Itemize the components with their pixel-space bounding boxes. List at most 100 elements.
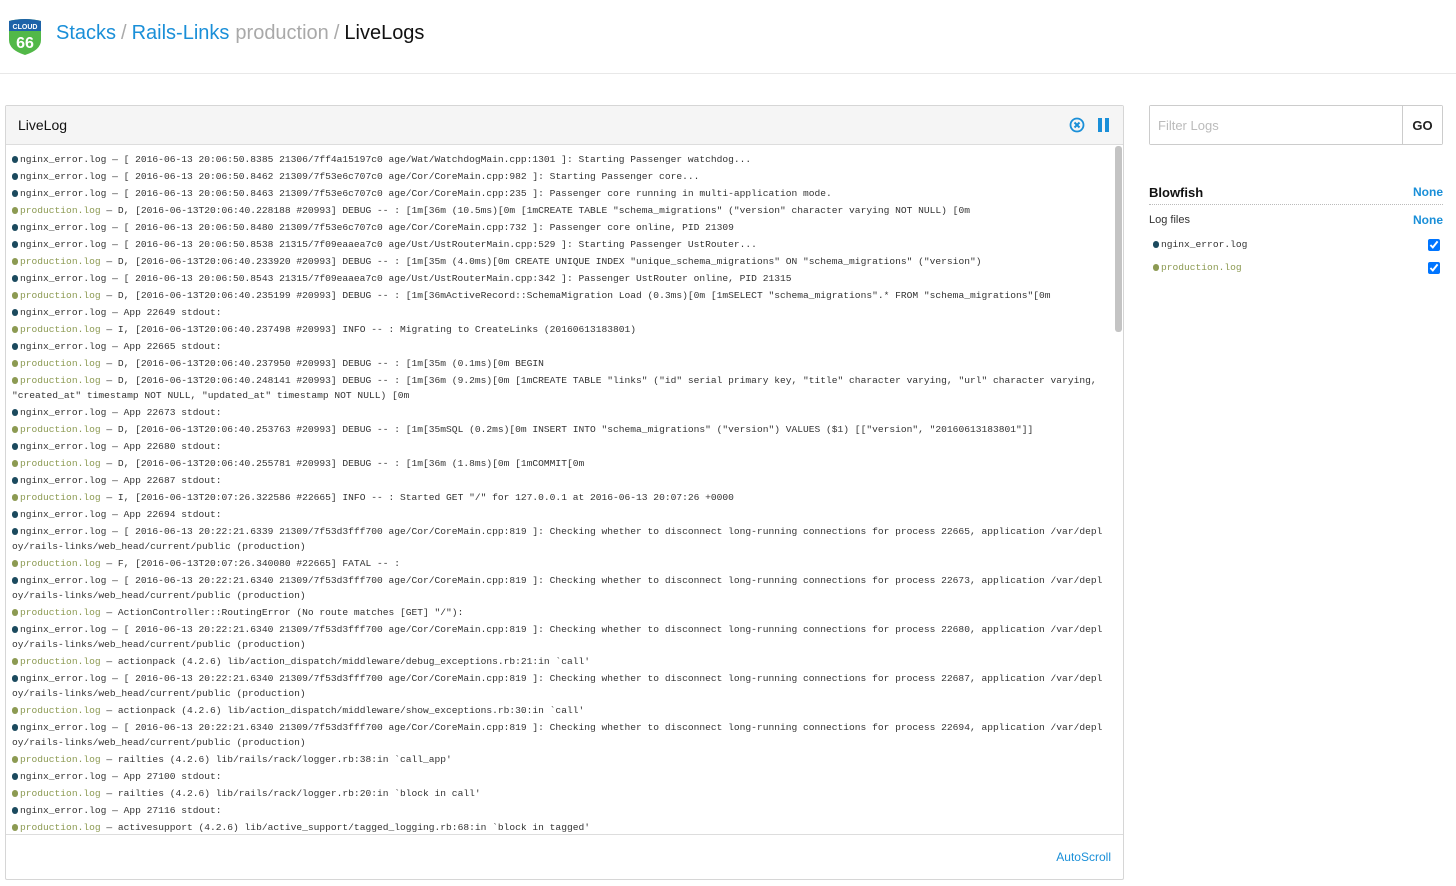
log-message: D, [2016-06-13T20:06:40.237950 #20993] D… xyxy=(117,358,544,369)
log-source-dot-icon xyxy=(12,724,18,731)
log-message: App 22680 stdout: xyxy=(123,441,222,452)
log-message: railties (4.2.6) lib/rails/rack/logger.r… xyxy=(117,788,481,799)
log-separator: — xyxy=(100,558,118,569)
log-line: nginx_error.log — App 22665 stdout: xyxy=(12,339,1103,354)
log-message: D, [2016-06-13T20:06:40.235199 #20993] D… xyxy=(117,290,1051,301)
log-line: nginx_error.log — App 22687 stdout: xyxy=(12,473,1103,488)
log-message: [ 2016-06-13 20:22:21.6340 21309/7f53d3f… xyxy=(12,722,1103,748)
log-source: production.log xyxy=(20,705,101,716)
log-message: [ 2016-06-13 20:06:50.8543 21315/7f09eaa… xyxy=(123,273,792,284)
log-source: production.log xyxy=(20,754,101,765)
log-source: production.log xyxy=(20,558,101,569)
log-message: D, [2016-06-13T20:06:40.253763 #20993] D… xyxy=(117,424,1034,435)
log-message: D, [2016-06-13T20:06:40.228188 #20993] D… xyxy=(117,205,970,216)
log-source-dot-icon xyxy=(12,528,18,535)
breadcrumb-stack[interactable]: Rails-Links xyxy=(132,22,230,44)
breadcrumb-separator: / xyxy=(121,22,127,44)
filter-form: GO xyxy=(1149,105,1443,145)
log-message: D, [2016-06-13T20:06:40.255781 #20993] D… xyxy=(117,458,585,469)
autoscroll-toggle[interactable]: AutoScroll xyxy=(1056,850,1111,864)
log-separator: — xyxy=(106,239,124,250)
log-source: nginx_error.log xyxy=(20,171,107,182)
log-source-dot-icon xyxy=(12,790,18,797)
breadcrumb-stacks[interactable]: Stacks xyxy=(56,22,116,44)
log-line: production.log — D, [2016-06-13T20:06:40… xyxy=(12,254,1103,269)
log-separator: — xyxy=(106,509,124,520)
log-message: [ 2016-06-13 20:22:21.6339 21309/7f53d3f… xyxy=(12,526,1103,552)
log-message: I, [2016-06-13T20:07:26.322586 #22665] I… xyxy=(117,492,734,503)
log-line: nginx_error.log — [ 2016-06-13 20:22:21.… xyxy=(12,622,1103,652)
log-source: nginx_error.log xyxy=(20,307,107,318)
log-file-name: nginx_error.log xyxy=(1161,239,1248,250)
log-separator: — xyxy=(106,475,124,486)
log-source-dot-icon xyxy=(1153,264,1159,271)
log-source-dot-icon xyxy=(12,258,18,265)
filter-logs-input[interactable] xyxy=(1150,106,1402,144)
log-file-name: production.log xyxy=(1161,262,1242,273)
log-message: App 22687 stdout: xyxy=(123,475,222,486)
log-message: App 22694 stdout: xyxy=(123,509,222,520)
log-source-dot-icon xyxy=(12,426,18,433)
livelog-footer: AutoScroll xyxy=(6,834,1123,879)
log-source: nginx_error.log xyxy=(20,273,107,284)
log-source-dot-icon xyxy=(12,275,18,282)
log-source-dot-icon xyxy=(12,292,18,299)
log-source: nginx_error.log xyxy=(20,509,107,520)
log-separator: — xyxy=(106,673,124,684)
log-separator: — xyxy=(106,222,124,233)
log-line: production.log — D, [2016-06-13T20:06:40… xyxy=(12,203,1103,218)
log-source: nginx_error.log xyxy=(20,771,107,782)
log-message: F, [2016-06-13T20:07:26.340080 #22665] F… xyxy=(117,558,400,569)
log-source-dot-icon xyxy=(12,207,18,214)
log-separator: — xyxy=(100,458,118,469)
log-separator: — xyxy=(106,805,124,816)
log-line: production.log — ActionController::Routi… xyxy=(12,605,1103,620)
log-source: production.log xyxy=(20,822,101,833)
log-message: [ 2016-06-13 20:22:21.6340 21309/7f53d3f… xyxy=(12,673,1103,699)
log-output: nginx_error.log — [ 2016-06-13 20:06:50.… xyxy=(6,146,1123,836)
breadcrumb-environment: production xyxy=(235,22,329,44)
log-source-dot-icon xyxy=(12,626,18,633)
log-source: production.log xyxy=(20,205,101,216)
server-select-none[interactable]: None xyxy=(1413,185,1443,200)
log-line: nginx_error.log — [ 2016-06-13 20:06:50.… xyxy=(12,220,1103,235)
log-files-select-none[interactable]: None xyxy=(1413,213,1443,227)
log-message: App 27100 stdout: xyxy=(123,771,222,782)
log-source: production.log xyxy=(20,424,101,435)
log-line: nginx_error.log — [ 2016-06-13 20:22:21.… xyxy=(12,573,1103,603)
log-message: App 27116 stdout: xyxy=(123,805,222,816)
sidebar: GO Blowfish None Log files None nginx_er… xyxy=(1149,105,1443,279)
go-button[interactable]: GO xyxy=(1402,106,1442,144)
log-line: nginx_error.log — App 22673 stdout: xyxy=(12,405,1103,420)
cloud66-logo[interactable]: CLOUD 66 xyxy=(6,18,44,56)
log-separator: — xyxy=(106,771,124,782)
log-source-dot-icon xyxy=(12,511,18,518)
log-separator: — xyxy=(106,171,124,182)
log-source: nginx_error.log xyxy=(20,222,107,233)
log-separator: — xyxy=(100,256,118,267)
log-separator: — xyxy=(100,607,118,618)
pause-button[interactable] xyxy=(1097,117,1111,133)
scrollbar-thumb[interactable] xyxy=(1115,146,1122,332)
log-file-checkbox[interactable] xyxy=(1428,261,1440,274)
log-source: production.log xyxy=(20,290,101,301)
log-source-dot-icon xyxy=(12,343,18,350)
clear-button[interactable] xyxy=(1069,117,1085,133)
top-bar: CLOUD 66 Stacks / Rails-Links production / Li… xyxy=(0,0,1456,74)
log-line: nginx_error.log — [ 2016-06-13 20:22:21.… xyxy=(12,720,1103,750)
log-separator: — xyxy=(106,575,124,586)
svg-text:CLOUD: CLOUD xyxy=(13,24,38,31)
log-source-dot-icon xyxy=(12,494,18,501)
log-message: actionpack (4.2.6) lib/action_dispatch/m… xyxy=(117,705,585,716)
log-line: production.log — I, [2016-06-13T20:07:26… xyxy=(12,490,1103,505)
log-file-checkbox[interactable] xyxy=(1428,238,1440,251)
breadcrumb-current: LiveLogs xyxy=(344,22,425,44)
log-source-dot-icon xyxy=(12,460,18,467)
log-file-item: production.log xyxy=(1149,256,1443,279)
pause-icon xyxy=(1098,118,1109,132)
log-scrollbar[interactable] xyxy=(1115,146,1122,836)
log-source-dot-icon xyxy=(1153,241,1159,248)
log-separator: — xyxy=(100,705,118,716)
log-file-item: nginx_error.log xyxy=(1149,233,1443,256)
log-source-dot-icon xyxy=(12,443,18,450)
